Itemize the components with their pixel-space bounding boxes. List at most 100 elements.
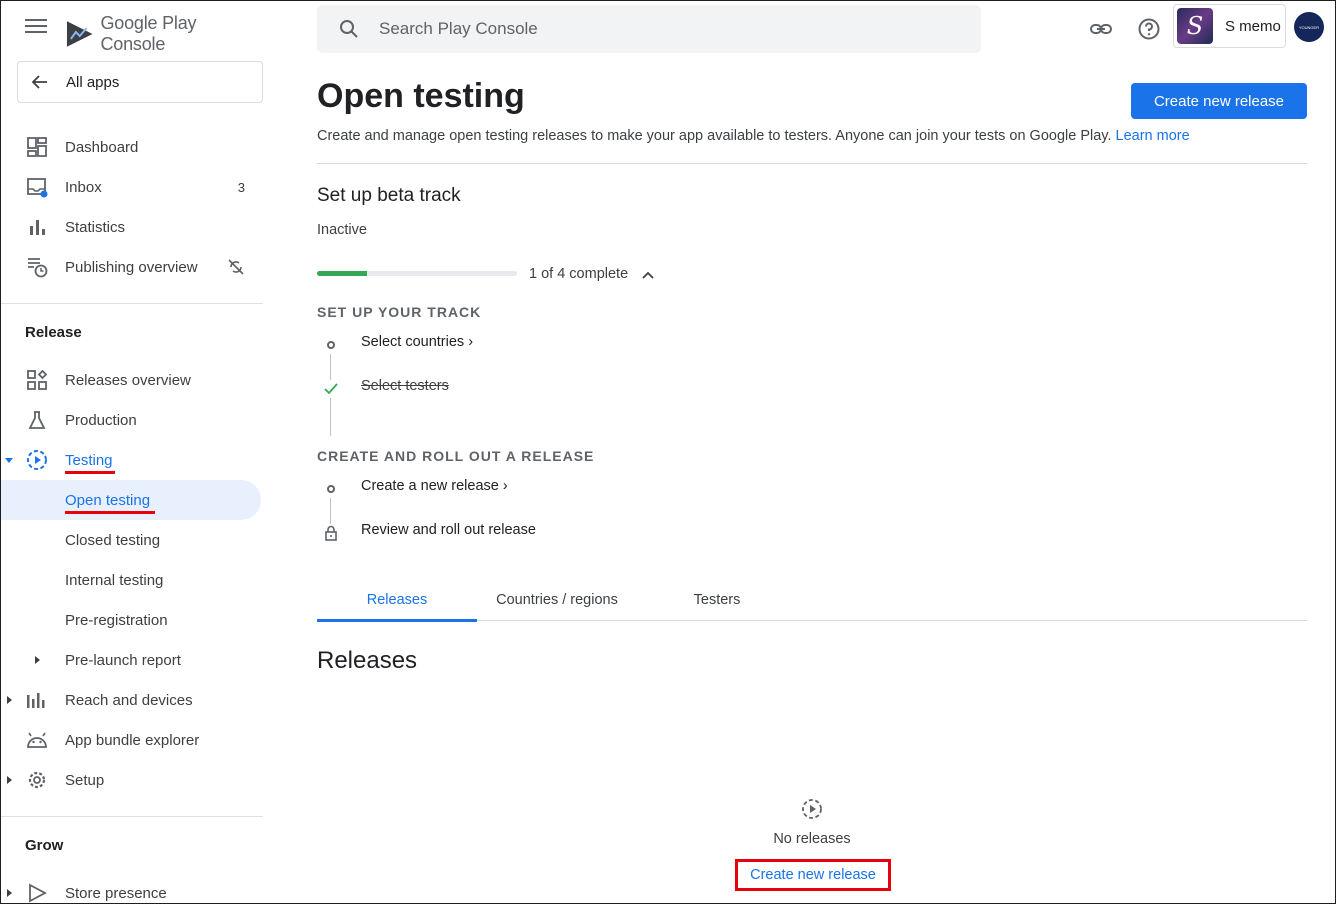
sidebar-section-release: Release: [25, 324, 82, 341]
store-presence-icon: [25, 881, 49, 903]
sidebar-item-label: Internal testing: [65, 571, 164, 589]
chevron-up-icon[interactable]: [640, 267, 656, 283]
step-label: Select countries ›: [361, 334, 474, 350]
gear-icon: [25, 768, 49, 792]
step-label: Create a new release ›: [361, 478, 508, 494]
check-icon: [323, 380, 339, 398]
android-icon: [25, 728, 49, 752]
production-icon: [25, 408, 49, 432]
sidebar-section-grow: Grow: [25, 837, 64, 854]
step-pending-icon: [323, 336, 339, 354]
highlight-underline-open-testing: [65, 511, 155, 514]
link-icon[interactable]: [1089, 17, 1113, 41]
dashboard-icon: [25, 135, 49, 159]
sidebar-item-setup[interactable]: Setup: [1, 760, 263, 800]
setup-progress-bar: [317, 271, 517, 276]
sidebar-item-testing[interactable]: Testing: [1, 440, 263, 480]
step-label: Select testers: [361, 378, 449, 394]
app-name: S memo: [1225, 17, 1281, 35]
app-icon: S: [1177, 8, 1213, 44]
sidebar-item-label: Store presence: [65, 884, 167, 902]
sidebar: Google Play Console All apps Dashboard I…: [1, 1, 263, 903]
sidebar-item-publishing-overview[interactable]: Publishing overview: [1, 247, 263, 287]
tab-testers[interactable]: Testers: [637, 587, 797, 620]
tab-countries-regions[interactable]: Countries / regions: [477, 587, 637, 620]
tab-releases[interactable]: Releases: [317, 587, 477, 622]
empty-state-text: No releases: [773, 831, 851, 847]
inbox-count-badge: 3: [237, 179, 245, 195]
sidebar-item-label: Production: [65, 411, 137, 429]
inbox-icon: [25, 175, 49, 199]
all-apps-label: All apps: [66, 73, 120, 91]
sidebar-item-label: App bundle explorer: [65, 731, 200, 749]
help-icon[interactable]: [1137, 17, 1161, 41]
releases-overview-icon: [25, 368, 49, 392]
sidebar-item-open-testing[interactable]: Open testing: [1, 480, 263, 520]
sidebar-item-store-presence[interactable]: Store presence: [1, 873, 263, 903]
sidebar-item-production[interactable]: Production: [1, 400, 263, 440]
sync-disabled-icon: [228, 259, 244, 275]
sidebar-item-label: Statistics: [65, 218, 126, 236]
caret-right-icon[interactable]: [33, 655, 41, 665]
sidebar-divider: [1, 816, 263, 817]
step-select-testers[interactable]: Select testers: [317, 378, 617, 402]
create-new-release-button[interactable]: Create new release: [1131, 83, 1307, 119]
hamburger-menu-icon[interactable]: [25, 19, 47, 37]
description-text: Create and manage open testing releases …: [317, 128, 1112, 144]
sidebar-item-label: Pre-launch report: [65, 651, 181, 669]
lock-icon: [323, 524, 339, 542]
sidebar-item-closed-testing[interactable]: Closed testing: [1, 520, 263, 560]
release-section-heading: CREATE AND ROLL OUT A RELEASE: [317, 448, 595, 464]
sidebar-item-dashboard[interactable]: Dashboard: [1, 127, 263, 167]
sidebar-item-pre-registration[interactable]: Pre-registration: [1, 600, 263, 640]
brand-name: Google Play Console: [100, 13, 197, 54]
sidebar-item-releases-overview[interactable]: Releases overview: [1, 360, 263, 400]
create-new-release-link[interactable]: Create new release: [735, 859, 891, 891]
all-apps-button[interactable]: All apps: [17, 61, 263, 103]
publishing-icon: [25, 255, 49, 279]
caret-down-icon[interactable]: [5, 455, 13, 465]
caret-right-icon[interactable]: [5, 695, 13, 705]
track-status: Inactive: [317, 222, 367, 238]
developer-avatar-text: YOUNGER: [1298, 24, 1320, 30]
sidebar-item-app-bundle-explorer[interactable]: App bundle explorer: [1, 720, 263, 760]
sidebar-item-reach-and-devices[interactable]: Reach and devices: [1, 680, 263, 720]
caret-right-icon[interactable]: [5, 775, 13, 785]
search-icon: [340, 20, 358, 38]
testing-icon: [802, 799, 822, 819]
learn-more-link[interactable]: Learn more: [1116, 128, 1190, 144]
step-pending-icon: [323, 480, 339, 498]
bar-chart-icon: [25, 215, 49, 239]
step-select-countries[interactable]: Select countries ›: [317, 334, 617, 358]
step-label: Review and roll out release: [361, 522, 536, 538]
sidebar-item-label: Reach and devices: [65, 691, 193, 709]
play-console-logo-icon: [66, 21, 93, 47]
page-title: Open testing: [317, 77, 525, 115]
sidebar-item-statistics[interactable]: Statistics: [1, 207, 263, 247]
sidebar-item-label: Dashboard: [65, 138, 139, 156]
sidebar-item-label: Closed testing: [65, 531, 161, 549]
sidebar-item-inbox[interactable]: Inbox 3: [1, 167, 263, 207]
search-placeholder: Search Play Console: [379, 19, 538, 38]
header-divider: [317, 163, 1307, 164]
track-tabs: Releases Countries / regions Testers: [317, 587, 1307, 622]
sidebar-item-label: Inbox: [65, 178, 102, 196]
sidebar-item-internal-testing[interactable]: Internal testing: [1, 560, 263, 600]
play-console-logo[interactable]: Google Play Console: [65, 13, 263, 55]
search-input[interactable]: Search Play Console: [317, 5, 981, 53]
developer-avatar[interactable]: YOUNGER: [1294, 12, 1324, 42]
reach-devices-icon: [25, 688, 49, 712]
arrow-back-icon: [31, 75, 47, 89]
app-switcher[interactable]: S S memo: [1173, 4, 1286, 48]
sidebar-item-label: Releases overview: [65, 371, 191, 389]
releases-heading: Releases: [317, 647, 418, 674]
testing-icon: [25, 448, 49, 472]
sidebar-item-pre-launch-report[interactable]: Pre-launch report: [1, 640, 263, 680]
progress-text: 1 of 4 complete: [529, 266, 629, 282]
sidebar-item-label: Pre-registration: [65, 611, 168, 629]
sidebar-divider: [1, 303, 263, 304]
page-description: Create and manage open testing releases …: [317, 128, 1190, 144]
caret-right-icon[interactable]: [5, 888, 13, 898]
step-review-roll-out: Review and roll out release: [317, 522, 617, 546]
step-create-new-release[interactable]: Create a new release ›: [317, 478, 617, 502]
